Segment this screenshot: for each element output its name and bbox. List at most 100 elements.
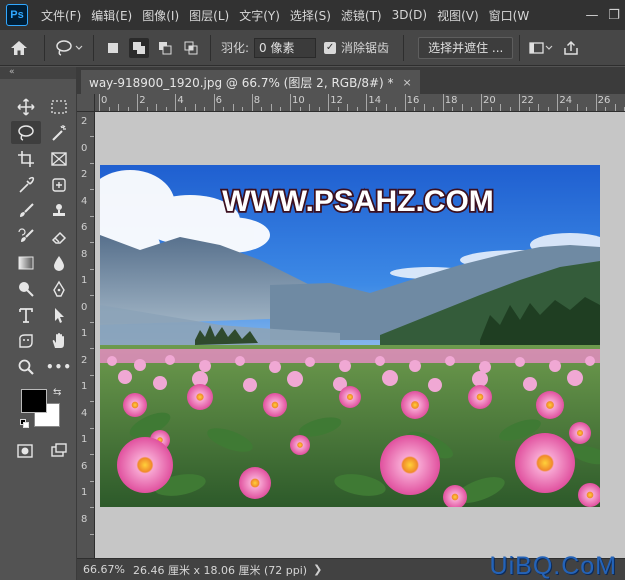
blur-tool-icon[interactable] bbox=[44, 251, 74, 274]
workspace-icon[interactable] bbox=[526, 35, 556, 61]
menu-layer[interactable]: 图层(L) bbox=[184, 7, 234, 24]
gradient-tool-icon[interactable] bbox=[11, 251, 41, 274]
ruler-label: 10 bbox=[292, 95, 305, 106]
default-colors-icon[interactable] bbox=[20, 419, 29, 428]
subtract-from-selection-icon[interactable] bbox=[155, 38, 175, 58]
divider bbox=[519, 34, 521, 61]
ruler-tick bbox=[366, 94, 368, 111]
lasso-preset-icon[interactable] bbox=[51, 35, 87, 61]
ruler-minor-tick bbox=[385, 104, 387, 111]
ruler-label: 0 bbox=[81, 142, 88, 154]
ruler-label: 12 bbox=[330, 95, 343, 106]
new-selection-icon[interactable] bbox=[103, 38, 123, 58]
magic-wand-tool-icon[interactable] bbox=[44, 121, 74, 144]
frame-tool-icon[interactable] bbox=[44, 147, 74, 170]
ruler-label: 0 bbox=[81, 301, 88, 313]
screen-mode-icon[interactable] bbox=[46, 439, 72, 462]
ruler-label: 2 bbox=[81, 116, 88, 127]
ruler-minor-tick bbox=[614, 104, 616, 111]
pen-tool-icon[interactable] bbox=[44, 277, 74, 300]
ruler-tick bbox=[442, 94, 444, 111]
ruler-label: 18 bbox=[444, 95, 458, 106]
zoom-level[interactable]: 66.67% bbox=[77, 563, 125, 576]
ruler-tick bbox=[99, 94, 100, 111]
restore-button[interactable]: ❐ bbox=[603, 0, 625, 30]
ruler-minor-tick bbox=[576, 104, 578, 111]
minimize-button[interactable]: — bbox=[581, 0, 603, 30]
ruler-origin[interactable] bbox=[77, 94, 95, 112]
ruler-tick bbox=[519, 94, 521, 111]
home-icon[interactable] bbox=[0, 35, 38, 61]
menu-edit[interactable]: 编辑(E) bbox=[86, 7, 137, 24]
ruler-label: 8 bbox=[81, 513, 88, 525]
dodge-tool-icon[interactable] bbox=[11, 277, 41, 300]
brush-tool-icon[interactable] bbox=[11, 199, 41, 222]
divider bbox=[403, 34, 405, 61]
hand-tool-icon[interactable] bbox=[44, 329, 74, 352]
document-tab-bar: way-918900_1920.jpg @ 66.7% (图层 2, RGB/8… bbox=[77, 67, 625, 94]
eraser-tool-icon[interactable] bbox=[44, 225, 74, 248]
document-tab[interactable]: way-918900_1920.jpg @ 66.7% (图层 2, RGB/8… bbox=[81, 70, 420, 94]
ruler-minor-tick bbox=[500, 104, 502, 111]
divider bbox=[44, 34, 45, 61]
horizontal-ruler[interactable]: 0 2 4 6 8 10 12 14 16 18 20 22 24 26 bbox=[95, 94, 625, 112]
ruler-tick bbox=[137, 94, 139, 111]
menu-view[interactable]: 视图(V) bbox=[432, 7, 484, 24]
tools-panel: « ••• ⇆ bbox=[0, 67, 77, 580]
stamp-tool-icon[interactable] bbox=[44, 199, 74, 222]
photoshop-logo-icon[interactable]: Ps bbox=[6, 4, 28, 26]
ruler-label: 6 bbox=[81, 222, 88, 233]
more-tools-icon[interactable]: ••• bbox=[44, 355, 74, 378]
anti-alias-checkbox[interactable]: ✓ bbox=[324, 41, 337, 54]
ruler-label: 24 bbox=[559, 95, 573, 106]
zoom-tool-icon[interactable] bbox=[11, 355, 41, 378]
feather-label: 羽化: bbox=[221, 41, 250, 55]
menu-select[interactable]: 选择(S) bbox=[285, 7, 336, 24]
ruler-tick bbox=[328, 94, 330, 111]
crop-tool-icon[interactable] bbox=[11, 147, 41, 170]
ruler-tick bbox=[290, 94, 291, 111]
menu-type[interactable]: 文字(Y) bbox=[234, 7, 285, 24]
history-brush-tool-icon[interactable] bbox=[11, 225, 41, 248]
intersect-selection-icon[interactable] bbox=[181, 38, 201, 58]
ruler-minor-tick bbox=[347, 104, 349, 111]
lasso-tool-icon[interactable] bbox=[11, 121, 41, 144]
menu-file[interactable]: 文件(F) bbox=[36, 7, 86, 24]
ruler-minor-tick bbox=[270, 104, 272, 111]
ruler-label: 8 bbox=[81, 248, 88, 260]
swap-colors-icon[interactable]: ⇆ bbox=[53, 387, 61, 398]
menu-filter[interactable]: 滤镜(T) bbox=[336, 7, 387, 24]
status-menu-icon[interactable]: ❯ bbox=[313, 563, 322, 576]
quick-mask-icon[interactable] bbox=[12, 439, 38, 462]
ruler-label: 6 bbox=[81, 460, 88, 472]
spot-healing-tool-icon[interactable] bbox=[44, 173, 74, 196]
vertical-ruler[interactable]: 2024681012141618 bbox=[77, 112, 95, 558]
type-tool-icon[interactable] bbox=[11, 303, 41, 326]
select-and-mask-button[interactable]: 选择并遮住 ... bbox=[418, 36, 514, 59]
foreground-color-swatch[interactable] bbox=[21, 389, 47, 413]
ruler-label: 1 bbox=[81, 328, 88, 339]
ruler-tick bbox=[481, 94, 482, 111]
ruler-label: 1 bbox=[81, 275, 88, 286]
ruler-minor-tick bbox=[194, 104, 196, 111]
eyedropper-tool-icon[interactable] bbox=[11, 173, 41, 196]
add-to-selection-icon[interactable] bbox=[129, 37, 149, 58]
canvas-area[interactable]: WWW.PSAHZ.COM bbox=[95, 112, 625, 558]
menu-image[interactable]: 图像(I) bbox=[137, 7, 184, 24]
document-image[interactable]: WWW.PSAHZ.COM bbox=[100, 165, 600, 507]
ruler-tick bbox=[404, 94, 406, 111]
ruler-minor-tick bbox=[232, 104, 234, 111]
shape-tool-icon[interactable] bbox=[11, 329, 41, 352]
ruler-label: 4 bbox=[81, 195, 88, 207]
close-tab-icon[interactable]: × bbox=[403, 76, 412, 89]
document-tab-title: way-918900_1920.jpg @ 66.7% (图层 2, RGB/8… bbox=[89, 75, 394, 90]
marquee-tool-icon[interactable] bbox=[44, 95, 74, 118]
share-icon[interactable] bbox=[556, 35, 586, 61]
window-controls: — ❐ bbox=[581, 0, 625, 30]
menu-window[interactable]: 窗口(W bbox=[484, 7, 535, 24]
path-selection-tool-icon[interactable] bbox=[44, 303, 74, 326]
move-tool-icon[interactable] bbox=[11, 95, 41, 118]
feather-input[interactable] bbox=[254, 37, 317, 58]
menu-3d[interactable]: 3D(D) bbox=[387, 8, 432, 22]
collapse-panel-icon[interactable]: « bbox=[0, 67, 76, 79]
